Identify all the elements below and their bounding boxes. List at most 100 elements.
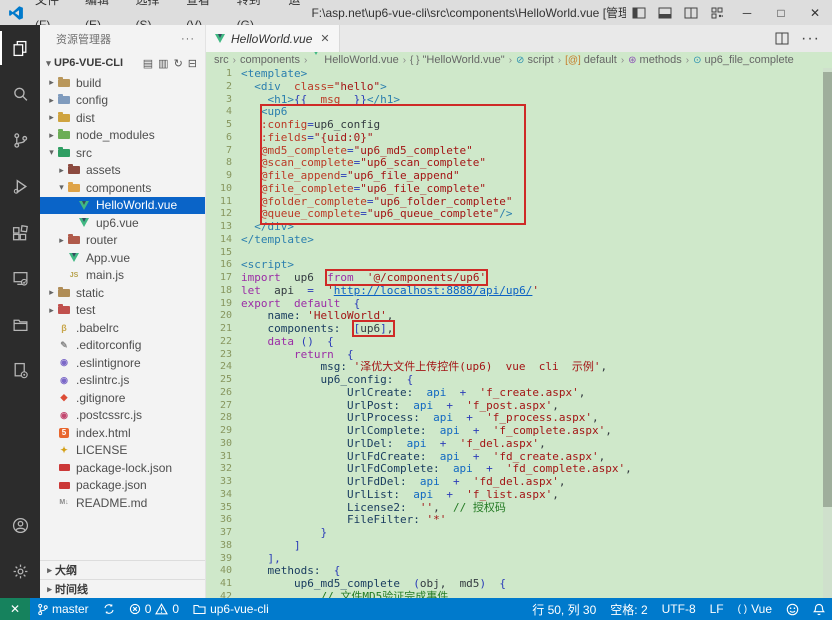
breadcrumb-item-script[interactable]: ⊘script bbox=[516, 54, 554, 66]
split-editor-icon[interactable] bbox=[775, 32, 789, 45]
extensions-icon[interactable] bbox=[0, 209, 40, 255]
more-actions-icon[interactable]: ··· bbox=[801, 30, 820, 48]
split-layout-icon[interactable] bbox=[678, 0, 704, 25]
tree-item-components[interactable]: ▾components bbox=[40, 179, 205, 197]
tree-item-.babelrc[interactable]: β.babelrc bbox=[40, 319, 205, 337]
tree-item-.gitignore[interactable]: ◆.gitignore bbox=[40, 389, 205, 407]
folder-static-icon bbox=[57, 287, 71, 299]
tree-item-router[interactable]: ▸router bbox=[40, 232, 205, 250]
tree-item-assets[interactable]: ▸assets bbox=[40, 162, 205, 180]
tree-item-label: dist bbox=[76, 111, 95, 125]
sync-item[interactable] bbox=[96, 598, 122, 620]
chevron-right-icon: ▸ bbox=[46, 95, 57, 106]
explorer-more-actions-icon[interactable]: ··· bbox=[181, 33, 195, 45]
code-editor[interactable]: 1<template>2 <div class="hello">3 <h1>{{… bbox=[206, 68, 832, 598]
module-symbol-icon: ⊘ bbox=[516, 55, 524, 66]
language-mode[interactable]: ( ) Vue bbox=[731, 598, 779, 620]
encoding[interactable]: UTF-8 bbox=[655, 598, 703, 620]
section-大纲[interactable]: ▸大纲 bbox=[40, 560, 205, 579]
explorer-icon[interactable] bbox=[0, 25, 40, 71]
tree-item-label: components bbox=[86, 181, 151, 195]
toggle-panel-icon[interactable] bbox=[652, 0, 678, 25]
line-number: 26 bbox=[206, 387, 232, 400]
run-debug-icon[interactable] bbox=[0, 163, 40, 209]
line-number: 33 bbox=[206, 476, 232, 489]
breadcrumb-item-up6_file_complete[interactable]: ⊙up6_file_complete bbox=[693, 54, 794, 66]
remote-indicator[interactable]: ✕ bbox=[0, 598, 30, 620]
tree-item-main.js[interactable]: JSmain.js bbox=[40, 267, 205, 285]
tree-item-node_modules[interactable]: ▸node_modules bbox=[40, 127, 205, 145]
folder-build-icon bbox=[57, 77, 71, 89]
chevron-right-icon: ▸ bbox=[46, 77, 57, 88]
tree-item-static[interactable]: ▸static bbox=[40, 284, 205, 302]
tree-item-build[interactable]: ▸build bbox=[40, 74, 205, 92]
tree-item-app.vue[interactable]: App.vue bbox=[40, 249, 205, 267]
code-line-14: 14</template> bbox=[206, 234, 832, 247]
feedback-item[interactable] bbox=[779, 598, 806, 620]
breadcrumb-item-HelloWorld.vue[interactable]: HelloWorld.vue bbox=[311, 54, 398, 66]
source-control-icon[interactable] bbox=[0, 117, 40, 163]
notifications-item[interactable] bbox=[806, 598, 832, 620]
settings-sync-icon[interactable] bbox=[0, 347, 40, 393]
line-number: 24 bbox=[206, 361, 232, 374]
breadcrumb-item-src[interactable]: src bbox=[214, 54, 229, 66]
tree-item-config[interactable]: ▸ config bbox=[40, 92, 205, 110]
indentation[interactable]: 空格: 2 bbox=[603, 598, 654, 620]
line-number: 23 bbox=[206, 349, 232, 362]
tree-item-license[interactable]: ✦LICENSE bbox=[40, 442, 205, 460]
new-file-icon[interactable]: ▤ bbox=[143, 57, 153, 70]
tree-item-.eslintignore[interactable]: ◉.eslintignore bbox=[40, 354, 205, 372]
breadcrumb-item-methods[interactable]: ⊛methods bbox=[628, 54, 682, 66]
remote-explorer-icon[interactable] bbox=[0, 255, 40, 301]
toggle-sidebar-icon[interactable] bbox=[626, 0, 652, 25]
tree-item-.postcssrc.js[interactable]: ◉.postcssrc.js bbox=[40, 407, 205, 425]
minimize-button[interactable]: ─ bbox=[730, 0, 764, 25]
tree-item-label: index.html bbox=[76, 426, 131, 440]
close-tab-icon[interactable]: ✕ bbox=[320, 32, 329, 45]
collapse-all-icon[interactable]: ⊟ bbox=[188, 57, 197, 70]
search-icon[interactable] bbox=[0, 71, 40, 117]
tree-item-helloworld.vue[interactable]: HelloWorld.vue bbox=[40, 197, 205, 215]
maximize-button[interactable]: □ bbox=[764, 0, 798, 25]
new-folder-icon[interactable]: ▥ bbox=[158, 57, 168, 70]
tree-item-package.json[interactable]: package.json bbox=[40, 477, 205, 495]
tab-helloworld[interactable]: HelloWorld.vue ✕ bbox=[206, 25, 340, 52]
settings-gear-icon[interactable] bbox=[0, 548, 40, 594]
tree-item-dist[interactable]: ▸dist bbox=[40, 109, 205, 127]
project-folders-icon[interactable] bbox=[0, 301, 40, 347]
code-line-3: 3 <h1>{{ msg }}</h1> bbox=[206, 94, 832, 107]
scrollbar-slider[interactable] bbox=[823, 72, 832, 507]
line-number: 10 bbox=[206, 183, 232, 196]
window-title: F:\asp.net\up6-vue-cli\src\components\He… bbox=[311, 4, 626, 21]
tree-item-up6.vue[interactable]: up6.vue bbox=[40, 214, 205, 232]
eol[interactable]: LF bbox=[703, 598, 731, 620]
folder-node_modules-icon bbox=[57, 129, 71, 141]
project-header[interactable]: ▾ UP6-VUE-CLI ▤▥↻⊟ bbox=[40, 52, 205, 74]
git-branch-item[interactable]: master bbox=[30, 598, 96, 620]
editor-scrollbar[interactable] bbox=[823, 68, 832, 598]
tree-item-test[interactable]: ▸test bbox=[40, 302, 205, 320]
breadcrumb-item-HelloWorld.vue[interactable]: { }"HelloWorld.vue" bbox=[410, 54, 505, 66]
annotation-red-box: [up6], bbox=[354, 322, 394, 335]
tree-item-package-lock.json[interactable]: package-lock.json bbox=[40, 459, 205, 477]
problems-item[interactable]: 0 0 bbox=[122, 598, 186, 620]
section-时间线[interactable]: ▸时间线 bbox=[40, 579, 205, 598]
tree-item-label: .babelrc bbox=[76, 321, 119, 335]
tree-item-.eslintrc.js[interactable]: ◉.eslintrc.js bbox=[40, 372, 205, 390]
line-number: 2 bbox=[206, 81, 232, 94]
customize-layout-icon[interactable] bbox=[704, 0, 730, 25]
tree-item-label: config bbox=[76, 93, 108, 107]
tree-item-.editorconfig[interactable]: ✎.editorconfig bbox=[40, 337, 205, 355]
tree-item-readme.md[interactable]: M↓README.md bbox=[40, 494, 205, 512]
folder-dist-icon bbox=[57, 112, 71, 124]
close-button[interactable]: ✕ bbox=[798, 0, 832, 25]
breadcrumb-item-components[interactable]: components bbox=[240, 54, 300, 66]
workspace-item[interactable]: up6-vue-cli bbox=[186, 598, 276, 620]
tree-item-src[interactable]: ▾src bbox=[40, 144, 205, 162]
account-icon[interactable] bbox=[0, 502, 40, 548]
breadcrumb-item-default[interactable]: [@]default bbox=[565, 54, 617, 66]
cursor-position[interactable]: 行 50, 列 30 bbox=[525, 598, 603, 620]
tree-item-index.html[interactable]: 5index.html bbox=[40, 424, 205, 442]
folder-router-icon bbox=[67, 234, 81, 246]
refresh-icon[interactable]: ↻ bbox=[174, 57, 183, 70]
